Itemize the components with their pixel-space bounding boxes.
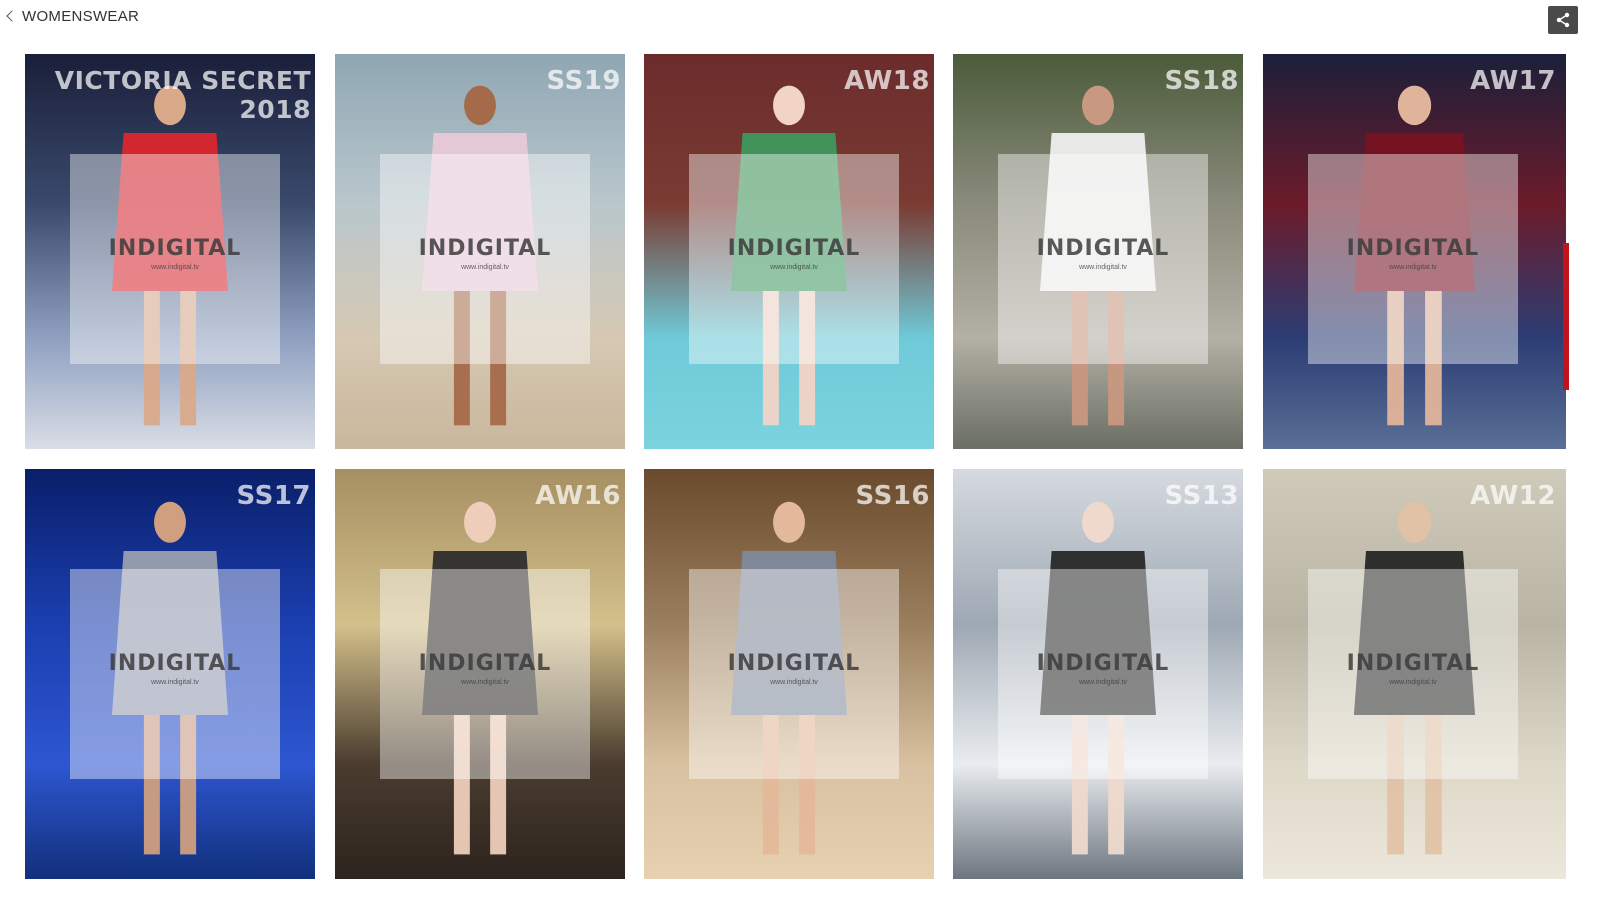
season-label: AW18 bbox=[844, 66, 930, 96]
watermark-box: INDIGITAL www.indigital.tv bbox=[689, 569, 899, 779]
watermark-box: INDIGITAL www.indigital.tv bbox=[1308, 569, 1518, 779]
season-label: AW17 bbox=[1470, 66, 1556, 96]
watermark-logo: INDIGITAL bbox=[1346, 651, 1480, 676]
watermark-url: www.indigital.tv bbox=[151, 264, 199, 271]
watermark-box: INDIGITAL www.indigital.tv bbox=[70, 154, 280, 364]
watermark-url: www.indigital.tv bbox=[1389, 264, 1437, 271]
season-label: SS13 bbox=[1164, 481, 1239, 511]
runway-card[interactable]: INDIGITAL www.indigital.tv VICTORIA SECR… bbox=[25, 54, 315, 449]
season-label: VICTORIA SECRET 2018 bbox=[54, 66, 311, 124]
runway-card[interactable]: INDIGITAL www.indigital.tv AW18 bbox=[644, 54, 934, 449]
watermark-logo: INDIGITAL bbox=[727, 236, 861, 261]
watermark-box: INDIGITAL www.indigital.tv bbox=[380, 154, 590, 364]
watermark-box: INDIGITAL www.indigital.tv bbox=[1308, 154, 1518, 364]
watermark-url: www.indigital.tv bbox=[461, 679, 509, 686]
watermark-url: www.indigital.tv bbox=[461, 264, 509, 271]
watermark-url: www.indigital.tv bbox=[1079, 264, 1127, 271]
watermark-logo: INDIGITAL bbox=[727, 651, 861, 676]
watermark-logo: INDIGITAL bbox=[418, 236, 552, 261]
watermark-logo: INDIGITAL bbox=[108, 236, 242, 261]
season-label: SS16 bbox=[855, 481, 930, 511]
watermark-logo: INDIGITAL bbox=[418, 651, 552, 676]
runway-card[interactable]: INDIGITAL www.indigital.tv SS17 bbox=[25, 469, 315, 879]
watermark-logo: INDIGITAL bbox=[1036, 236, 1170, 261]
watermark-logo: INDIGITAL bbox=[1346, 236, 1480, 261]
watermark-url: www.indigital.tv bbox=[151, 679, 199, 686]
season-label: SS18 bbox=[1164, 66, 1239, 96]
runway-card[interactable]: INDIGITAL www.indigital.tv AW12 bbox=[1263, 469, 1566, 879]
watermark-logo: INDIGITAL bbox=[108, 651, 242, 676]
runway-card[interactable]: INDIGITAL www.indigital.tv SS16 bbox=[644, 469, 934, 879]
watermark-url: www.indigital.tv bbox=[1389, 679, 1437, 686]
season-label: SS17 bbox=[236, 481, 311, 511]
runway-card[interactable]: INDIGITAL www.indigital.tv SS19 bbox=[335, 54, 625, 449]
runway-card[interactable]: INDIGITAL www.indigital.tv AW16 bbox=[335, 469, 625, 879]
season-label: AW12 bbox=[1470, 481, 1556, 511]
watermark-url: www.indigital.tv bbox=[1079, 679, 1127, 686]
runway-card[interactable]: INDIGITAL www.indigital.tv SS18 bbox=[953, 54, 1243, 449]
season-label: AW16 bbox=[535, 481, 621, 511]
watermark-box: INDIGITAL www.indigital.tv bbox=[998, 154, 1208, 364]
runway-gallery: INDIGITAL www.indigital.tv VICTORIA SECR… bbox=[0, 0, 1602, 897]
edge-accent bbox=[1563, 243, 1569, 390]
watermark-url: www.indigital.tv bbox=[770, 679, 818, 686]
watermark-url: www.indigital.tv bbox=[770, 264, 818, 271]
watermark-logo: INDIGITAL bbox=[1036, 651, 1170, 676]
watermark-box: INDIGITAL www.indigital.tv bbox=[998, 569, 1208, 779]
watermark-box: INDIGITAL www.indigital.tv bbox=[70, 569, 280, 779]
watermark-box: INDIGITAL www.indigital.tv bbox=[689, 154, 899, 364]
runway-card[interactable]: INDIGITAL www.indigital.tv AW17 bbox=[1263, 54, 1566, 449]
season-label: SS19 bbox=[546, 66, 621, 96]
watermark-box: INDIGITAL www.indigital.tv bbox=[380, 569, 590, 779]
runway-card[interactable]: INDIGITAL www.indigital.tv SS13 bbox=[953, 469, 1243, 879]
